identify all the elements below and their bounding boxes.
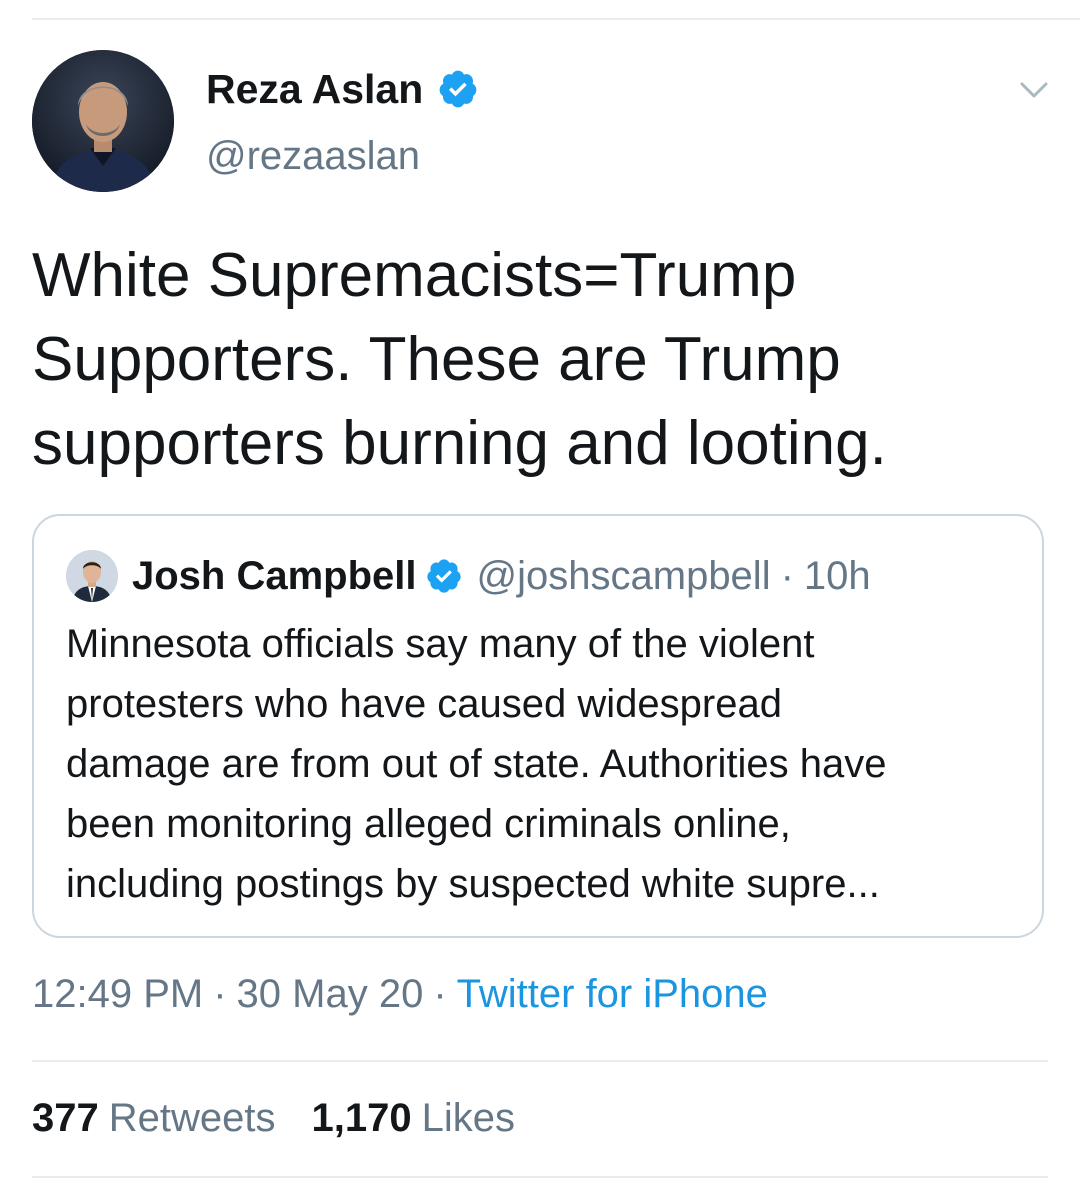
stats-divider-bottom bbox=[32, 1176, 1048, 1178]
chevron-down-icon[interactable] bbox=[1016, 76, 1052, 104]
meta-separator: · bbox=[433, 972, 447, 1016]
author-avatar[interactable] bbox=[32, 50, 174, 192]
quoted-handle[interactable]: @joshscampbell bbox=[477, 554, 771, 599]
author-display-name[interactable]: Reza Aslan bbox=[206, 66, 423, 113]
verified-badge-icon bbox=[426, 559, 461, 593]
retweets-label: Retweets bbox=[108, 1096, 276, 1140]
tweet-stats: 377 Retweets 1,170 Likes bbox=[32, 1096, 515, 1141]
stats-divider-top bbox=[32, 1060, 1048, 1062]
quoted-text-line: protesters who have caused widespread bbox=[66, 682, 782, 726]
quoted-author-avatar[interactable] bbox=[66, 550, 118, 602]
quoted-text-line: Minnesota officials say many of the viol… bbox=[66, 622, 815, 666]
author-name-row: Reza Aslan bbox=[206, 64, 479, 114]
likes-count: 1,170 bbox=[311, 1096, 412, 1140]
top-divider bbox=[32, 18, 1080, 20]
author-handle[interactable]: @rezaaslan bbox=[206, 134, 420, 179]
tweet-date[interactable]: 30 May 20 bbox=[237, 972, 424, 1016]
tweet-meta: 12:49 PM · 30 May 20 · Twitter for iPhone bbox=[32, 972, 768, 1017]
likes-label: Likes bbox=[421, 1096, 515, 1140]
quoted-timestamp[interactable]: 10h bbox=[804, 554, 871, 599]
tweet-source-link[interactable]: Twitter for iPhone bbox=[457, 972, 768, 1016]
tweet-time[interactable]: 12:49 PM bbox=[32, 972, 203, 1016]
tweet-text-line: White Supremacists=Trump bbox=[32, 241, 797, 310]
quoted-header: Josh Campbell @joshscampbell · 10h bbox=[132, 546, 871, 606]
profile-photo-icon bbox=[66, 550, 118, 602]
meta-separator: · bbox=[213, 972, 227, 1016]
quoted-display-name[interactable]: Josh Campbell bbox=[132, 554, 417, 599]
profile-photo-icon bbox=[32, 50, 174, 192]
retweets-stat[interactable]: 377 Retweets bbox=[32, 1096, 276, 1141]
quoted-text: Minnesota officials say many of the viol… bbox=[66, 614, 1036, 914]
quoted-separator: · bbox=[780, 553, 794, 598]
tweet-text: White Supremacists=Trump Supporters. The… bbox=[32, 234, 1042, 486]
quoted-tweet-card[interactable]: Josh Campbell @joshscampbell · 10h Minne… bbox=[32, 514, 1044, 938]
quoted-text-line: including postings by suspected white su… bbox=[66, 862, 880, 906]
quoted-text-line: damage are from out of state. Authoritie… bbox=[66, 742, 887, 786]
tweet-text-line: Supporters. These are Trump bbox=[32, 325, 841, 394]
verified-badge-icon bbox=[439, 70, 477, 108]
tweet-text-line: supporters burning and looting. bbox=[32, 409, 887, 478]
retweets-count: 377 bbox=[32, 1096, 99, 1140]
likes-stat[interactable]: 1,170 Likes bbox=[312, 1096, 516, 1141]
quoted-text-line: been monitoring alleged criminals online… bbox=[66, 802, 791, 846]
